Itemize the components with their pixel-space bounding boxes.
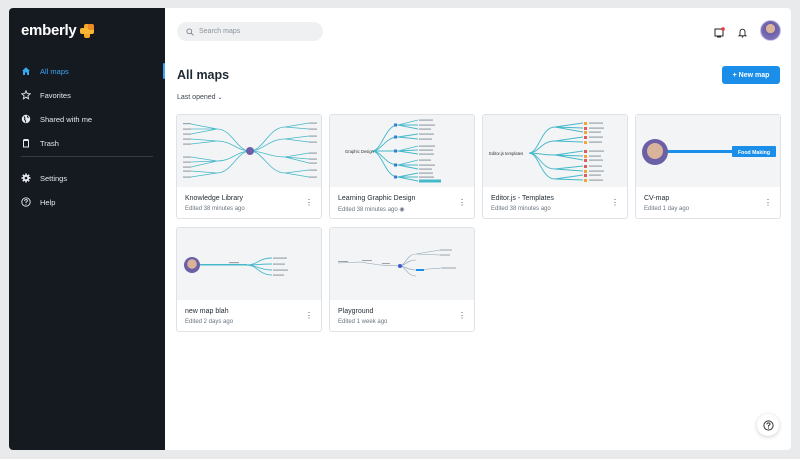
sidebar-divider xyxy=(21,156,153,157)
sidebar-bottom-nav: Settings Help xyxy=(9,166,165,214)
logo-text: emberly xyxy=(21,22,77,39)
map-card[interactable]: new map blah Edited 2 days ago ⋮ xyxy=(176,227,322,332)
map-meta: Edited 1 week ago xyxy=(338,319,388,325)
sort-dropdown[interactable]: Last opened ⌄ xyxy=(177,94,223,101)
search-input[interactable]: Search maps xyxy=(177,22,323,41)
map-card[interactable]: Knowledge Library Edited 38 minutes ago … xyxy=(176,114,322,219)
map-card[interactable]: Food Making CV-map Edited 1 day ago ⋮ xyxy=(635,114,781,219)
map-name: Playground xyxy=(338,308,374,315)
help-button[interactable] xyxy=(757,414,779,436)
main-content: Search maps All maps + New map Last open… xyxy=(165,8,791,450)
map-meta: Edited 38 minutes ago xyxy=(185,206,245,212)
sidebar-item-shared[interactable]: Shared with me xyxy=(9,107,165,131)
map-thumbnail: Food Making xyxy=(636,115,780,187)
map-name: Editor.js - Templates xyxy=(491,195,554,202)
thumb-label: Food Making xyxy=(738,150,770,156)
home-icon xyxy=(21,66,31,76)
sidebar-item-label: Shared with me xyxy=(40,114,93,124)
more-vertical-icon[interactable]: ⋮ xyxy=(764,199,772,207)
map-thumbnail xyxy=(177,115,321,187)
help-icon xyxy=(762,419,774,431)
sidebar-nav: All maps Favorites Shared with me Trash xyxy=(9,59,165,155)
more-vertical-icon[interactable]: ⋮ xyxy=(611,199,619,207)
more-vertical-icon[interactable]: ⋮ xyxy=(305,312,313,320)
chevron-down-icon: ⌄ xyxy=(217,95,223,101)
top-icons xyxy=(714,20,781,41)
more-vertical-icon[interactable]: ⋮ xyxy=(305,199,313,207)
map-card[interactable]: Playground Edited 1 week ago ⋮ xyxy=(329,227,475,332)
sort-label: Last opened xyxy=(177,94,216,101)
search-icon xyxy=(186,27,194,36)
sidebar-item-trash[interactable]: Trash xyxy=(9,131,165,155)
sidebar-item-help[interactable]: Help xyxy=(9,190,165,214)
sidebar: emberly All maps Favorites Shared with m… xyxy=(9,8,165,450)
gear-icon xyxy=(21,173,31,183)
map-card[interactable]: Graphic Design Learning Graphic Design E… xyxy=(329,114,475,219)
help-icon xyxy=(21,197,31,207)
star-icon xyxy=(21,90,31,100)
sidebar-item-label: Trash xyxy=(40,138,59,148)
whats-new-icon[interactable] xyxy=(714,25,725,38)
page-title: All maps xyxy=(177,68,230,82)
new-map-button[interactable]: + New map xyxy=(722,66,780,84)
more-vertical-icon[interactable]: ⋮ xyxy=(458,312,466,320)
sidebar-item-label: All maps xyxy=(40,66,69,76)
more-vertical-icon[interactable]: ⋮ xyxy=(458,199,466,207)
sidebar-item-favorites[interactable]: Favorites xyxy=(9,83,165,107)
sidebar-item-label: Favorites xyxy=(40,90,71,100)
map-meta: Edited 38 minutes ago xyxy=(491,206,551,212)
globe-icon: ◉ xyxy=(399,207,405,213)
map-card[interactable]: Editor.js templates Editor.js - Template… xyxy=(482,114,628,219)
logo-icon xyxy=(80,23,95,38)
trash-icon xyxy=(21,138,31,148)
map-thumbnail xyxy=(330,228,474,300)
map-name: CV-map xyxy=(644,195,670,202)
app-window: emberly All maps Favorites Shared with m… xyxy=(9,8,791,450)
map-thumbnail: Graphic Design xyxy=(330,115,474,187)
search-placeholder: Search maps xyxy=(199,28,241,35)
avatar[interactable] xyxy=(760,20,781,41)
map-meta: Edited 2 days ago xyxy=(185,319,234,325)
map-name: new map blah xyxy=(185,308,229,315)
logo[interactable]: emberly xyxy=(21,22,95,39)
bell-icon[interactable] xyxy=(737,25,748,38)
map-name: Knowledge Library xyxy=(185,195,243,202)
map-meta: Edited 38 minutes ago ◉ xyxy=(338,206,405,213)
map-meta-text: Edited 38 minutes ago xyxy=(338,207,398,213)
map-thumbnail xyxy=(177,228,321,300)
sidebar-item-all-maps[interactable]: All maps xyxy=(9,59,165,83)
map-thumbnail: Editor.js templates xyxy=(483,115,627,187)
map-meta: Edited 1 day ago xyxy=(644,206,690,212)
sidebar-item-settings[interactable]: Settings xyxy=(9,166,165,190)
thumb-label: Graphic Design xyxy=(345,149,375,154)
map-name: Learning Graphic Design xyxy=(338,195,416,202)
globe-icon xyxy=(21,114,31,124)
sidebar-item-label: Help xyxy=(40,197,56,207)
thumb-label: Editor.js templates xyxy=(489,151,523,156)
sidebar-item-label: Settings xyxy=(40,173,68,183)
